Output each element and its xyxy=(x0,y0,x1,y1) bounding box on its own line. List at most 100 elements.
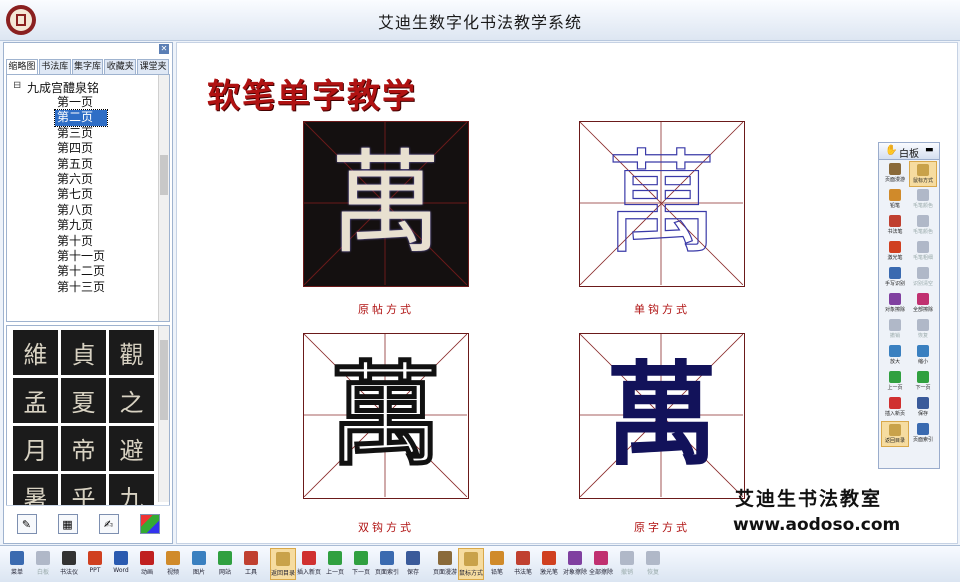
thumbnail-cell[interactable]: 觀 xyxy=(109,330,154,375)
toolbar-button[interactable]: 书法仪 xyxy=(56,548,82,580)
toolbar-button[interactable]: 菜单 xyxy=(4,548,30,580)
toolbar-button[interactable]: 图片 xyxy=(186,548,212,580)
pen-icon[interactable]: ✎ xyxy=(16,514,37,534)
whiteboard-tool[interactable]: 全部擦除 xyxy=(909,291,937,317)
tree-page-item[interactable]: 第九页 xyxy=(55,218,107,233)
panel-original[interactable]: 萬 xyxy=(303,121,469,287)
whiteboard-tool[interactable]: 插入新页 xyxy=(881,395,909,421)
whiteboard-tool-label: 恢复 xyxy=(917,333,928,339)
tree-page-item[interactable]: 第十一页 xyxy=(55,249,107,264)
toolbar-button[interactable]: 返回目录 xyxy=(270,548,296,580)
toolbar-button[interactable]: 书法笔 xyxy=(510,548,536,580)
collapse-icon[interactable]: ⊟ xyxy=(13,80,21,91)
color-palette-icon[interactable] xyxy=(139,514,160,534)
camera-icon xyxy=(62,551,76,565)
panel-single-outline[interactable]: 萬 xyxy=(579,121,745,287)
tab-3[interactable]: 集字库 xyxy=(71,59,104,74)
lesson-canvas[interactable]: 软笔单字教学 萬 原帖方式 萬 单钩方式 萬 双钩方式 萬 原字方式 xyxy=(176,42,958,544)
whiteboard-tool[interactable]: 页面索引 xyxy=(909,421,937,447)
tree-scroll-thumb[interactable] xyxy=(160,155,168,195)
tree-page-item[interactable]: 第一页 xyxy=(55,95,107,110)
tab-4[interactable]: 收藏夹 xyxy=(104,59,137,74)
toolbar-button[interactable]: Word xyxy=(108,548,134,580)
whiteboard-tool[interactable]: 缩小 xyxy=(909,343,937,369)
toolbar-button[interactable]: 工具 xyxy=(238,548,264,580)
whiteboard-tool[interactable]: 上一页 xyxy=(881,369,909,395)
thumbnail-cell[interactable]: 月 xyxy=(13,426,58,471)
zoom-out-icon xyxy=(917,345,929,357)
toolbar-button[interactable]: 保存 xyxy=(400,548,426,580)
tab-5[interactable]: 课堂夹 xyxy=(137,59,169,74)
tree-scrollbar[interactable] xyxy=(158,75,169,321)
panel-solid[interactable]: 萬 xyxy=(579,333,745,499)
tree-page-item[interactable]: 第五页 xyxy=(55,157,107,172)
whiteboard-tool[interactable]: 返回目录 xyxy=(881,421,909,447)
toolbar-button[interactable]: 页面漫游 xyxy=(432,548,458,580)
whiteboard-header[interactable]: ✋ 白板 ▬ xyxy=(879,143,939,160)
whiteboard-tool[interactable]: 放大 xyxy=(881,343,909,369)
cursor-icon xyxy=(464,552,478,566)
thumbnail-cell[interactable]: 之 xyxy=(109,378,154,423)
toolbar-button[interactable]: 动画 xyxy=(134,548,160,580)
toolbar-button[interactable]: 页面索引 xyxy=(374,548,400,580)
tree-page-item[interactable]: 第七页 xyxy=(55,187,107,202)
keyboard-icon[interactable]: ▦ xyxy=(57,514,78,534)
tree-page-item[interactable]: 第十二页 xyxy=(55,264,107,279)
whiteboard-tool[interactable]: 页面漫游 xyxy=(881,161,909,187)
whiteboard-tool-label: 下一页 xyxy=(915,385,931,391)
pencil-icon xyxy=(490,551,504,565)
thumbnail-cell[interactable]: 帝 xyxy=(61,426,106,471)
minimize-icon[interactable]: ▬ xyxy=(925,145,934,155)
whiteboard-tool[interactable]: 书法笔 xyxy=(881,213,909,239)
tree-page-item[interactable]: 第三页 xyxy=(55,126,107,141)
tools-icon xyxy=(244,551,258,565)
thumbnail-cell[interactable]: 避 xyxy=(109,426,154,471)
tree-page-item[interactable]: 第十页 xyxy=(55,234,107,249)
tree-page-item[interactable]: 第四页 xyxy=(55,141,107,156)
close-icon[interactable]: ✕ xyxy=(159,44,169,54)
toolbar-button[interactable]: 全部擦除 xyxy=(588,548,614,580)
toolbar-button-label: 下一页 xyxy=(351,569,370,576)
tab-2[interactable]: 书法库 xyxy=(38,59,71,74)
thumbnail-cell[interactable]: 貞 xyxy=(61,330,106,375)
toolbar-button[interactable]: 网站 xyxy=(212,548,238,580)
toolbar-button[interactable]: 铅笔 xyxy=(484,548,510,580)
thumbnail-scrollbar[interactable] xyxy=(158,326,169,502)
tree-page-item[interactable]: 第六页 xyxy=(55,172,107,187)
tree-page-item[interactable]: 第二页 xyxy=(53,109,109,127)
toolbar-button-label: 恢复 xyxy=(646,569,659,576)
tab-1[interactable]: 缩略图 xyxy=(6,59,38,74)
whiteboard-tool[interactable]: 激光笔 xyxy=(881,239,909,265)
whiteboard-tool[interactable]: 鼠标方式 xyxy=(909,161,937,187)
thumbnail-cell[interactable]: 夏 xyxy=(61,378,106,423)
thumbnail-scroll-thumb[interactable] xyxy=(160,340,168,420)
catalog-icon xyxy=(889,424,901,436)
toolbar-button[interactable]: 上一页 xyxy=(322,548,348,580)
whiteboard-tool[interactable]: 手写识别 xyxy=(881,265,909,291)
color-icon xyxy=(917,189,929,201)
thumbnail-cell[interactable]: 孟 xyxy=(13,378,58,423)
whiteboard-tool[interactable]: 对象擦除 xyxy=(881,291,909,317)
whiteboard-tool[interactable]: 保存 xyxy=(909,395,937,421)
tree-page-item[interactable]: 第八页 xyxy=(55,203,107,218)
eraser-icon xyxy=(568,551,582,565)
toolbar-button[interactable]: 下一页 xyxy=(348,548,374,580)
toolbar-button[interactable]: 对象擦除 xyxy=(562,548,588,580)
caption-solid: 原字方式 xyxy=(634,521,690,534)
tree-page-item[interactable]: 第十三页 xyxy=(55,280,107,295)
toolbar-button[interactable]: PPT xyxy=(82,548,108,580)
toolbar-button[interactable]: 插入新页 xyxy=(296,548,322,580)
toolbar-button[interactable]: 视频 xyxy=(160,548,186,580)
tree-root-label[interactable]: 九成宫醴泉铭 xyxy=(27,79,99,96)
panel-double-outline[interactable]: 萬 xyxy=(303,333,469,499)
whiteboard-tool-label: 毛笔粗细 xyxy=(912,255,933,261)
toolbar-button[interactable]: 鼠标方式 xyxy=(458,548,484,580)
prev-icon xyxy=(889,371,901,383)
toolbar-button[interactable]: 激光笔 xyxy=(536,548,562,580)
whiteboard-tool-label: 插入新页 xyxy=(884,411,905,417)
stamp-icon[interactable]: ✍ xyxy=(98,514,119,534)
thumbnail-cell[interactable]: 維 xyxy=(13,330,58,375)
whiteboard-tool[interactable]: 铅笔 xyxy=(881,187,909,213)
toolbar-button-label: 书法笔 xyxy=(513,569,532,576)
whiteboard-tool[interactable]: 下一页 xyxy=(909,369,937,395)
